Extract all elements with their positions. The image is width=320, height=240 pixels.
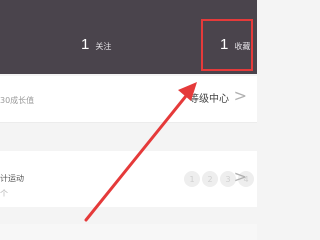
arrow-shaft [84,94,188,222]
annotation-arrow-icon [84,82,197,222]
arrow-head [178,82,197,101]
